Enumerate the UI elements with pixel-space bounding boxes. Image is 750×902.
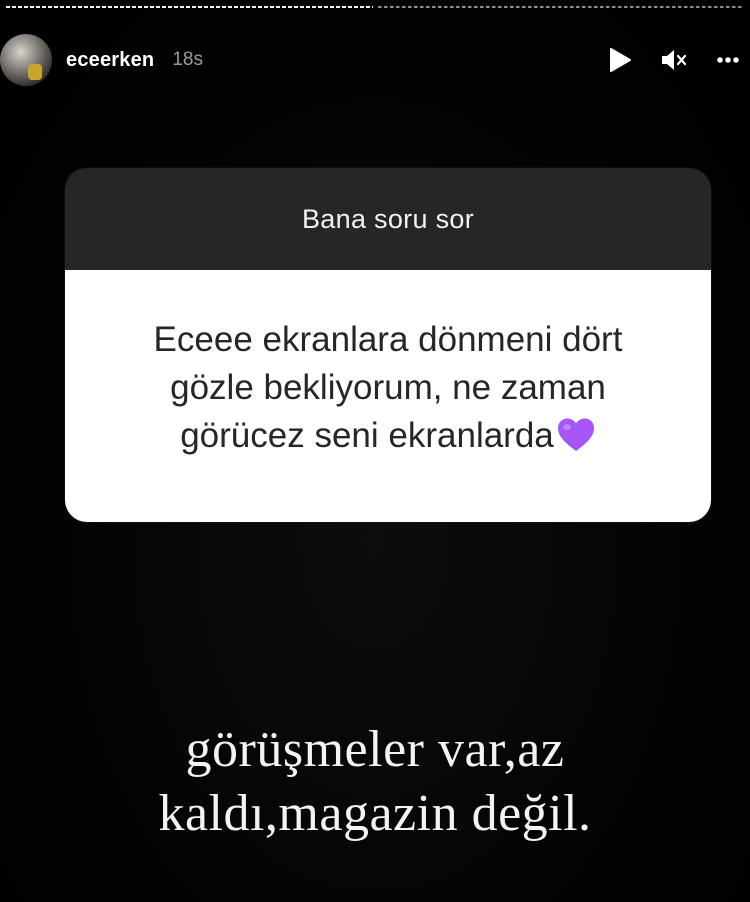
question-sticker[interactable]: Bana soru sor Eceee ekranlara dönmeni dö…	[65, 168, 711, 522]
progress-segment	[6, 6, 373, 8]
mute-button[interactable]	[656, 42, 692, 78]
reply-line: kaldı,magazin değil.	[158, 785, 592, 842]
play-icon	[610, 48, 631, 72]
purple-heart-icon	[556, 417, 596, 466]
story-controls	[584, 30, 750, 90]
reply-line: görüşmeler var,az	[185, 721, 565, 778]
more-icon	[717, 57, 739, 63]
sticker-title: Bana soru sor	[65, 168, 711, 270]
reply-text: görüşmeler var,az kaldı,magazin değil.	[0, 718, 750, 846]
story-viewer[interactable]: eceerken 18s Bana soru sor Eceee ekranla…	[0, 0, 750, 902]
question-text: Eceee ekranlara dönmeni dört gözle bekli…	[154, 316, 623, 466]
username[interactable]: eceerken	[66, 49, 154, 72]
question-line: gözle bekliyorum, ne zaman	[170, 368, 606, 407]
sticker-body: Eceee ekranlara dönmeni dört gözle bekli…	[65, 270, 711, 522]
story-header: eceerken 18s	[0, 30, 750, 90]
avatar[interactable]	[0, 34, 52, 86]
play-button[interactable]	[602, 42, 638, 78]
more-options-button[interactable]	[710, 42, 746, 78]
progress-segment	[377, 6, 744, 8]
story-progress	[6, 6, 744, 9]
story-timestamp: 18s	[172, 49, 203, 70]
mute-icon	[662, 50, 687, 70]
question-line: görücez seni ekranlarda	[180, 416, 554, 455]
question-line: Eceee ekranlara dönmeni dört	[153, 320, 623, 359]
